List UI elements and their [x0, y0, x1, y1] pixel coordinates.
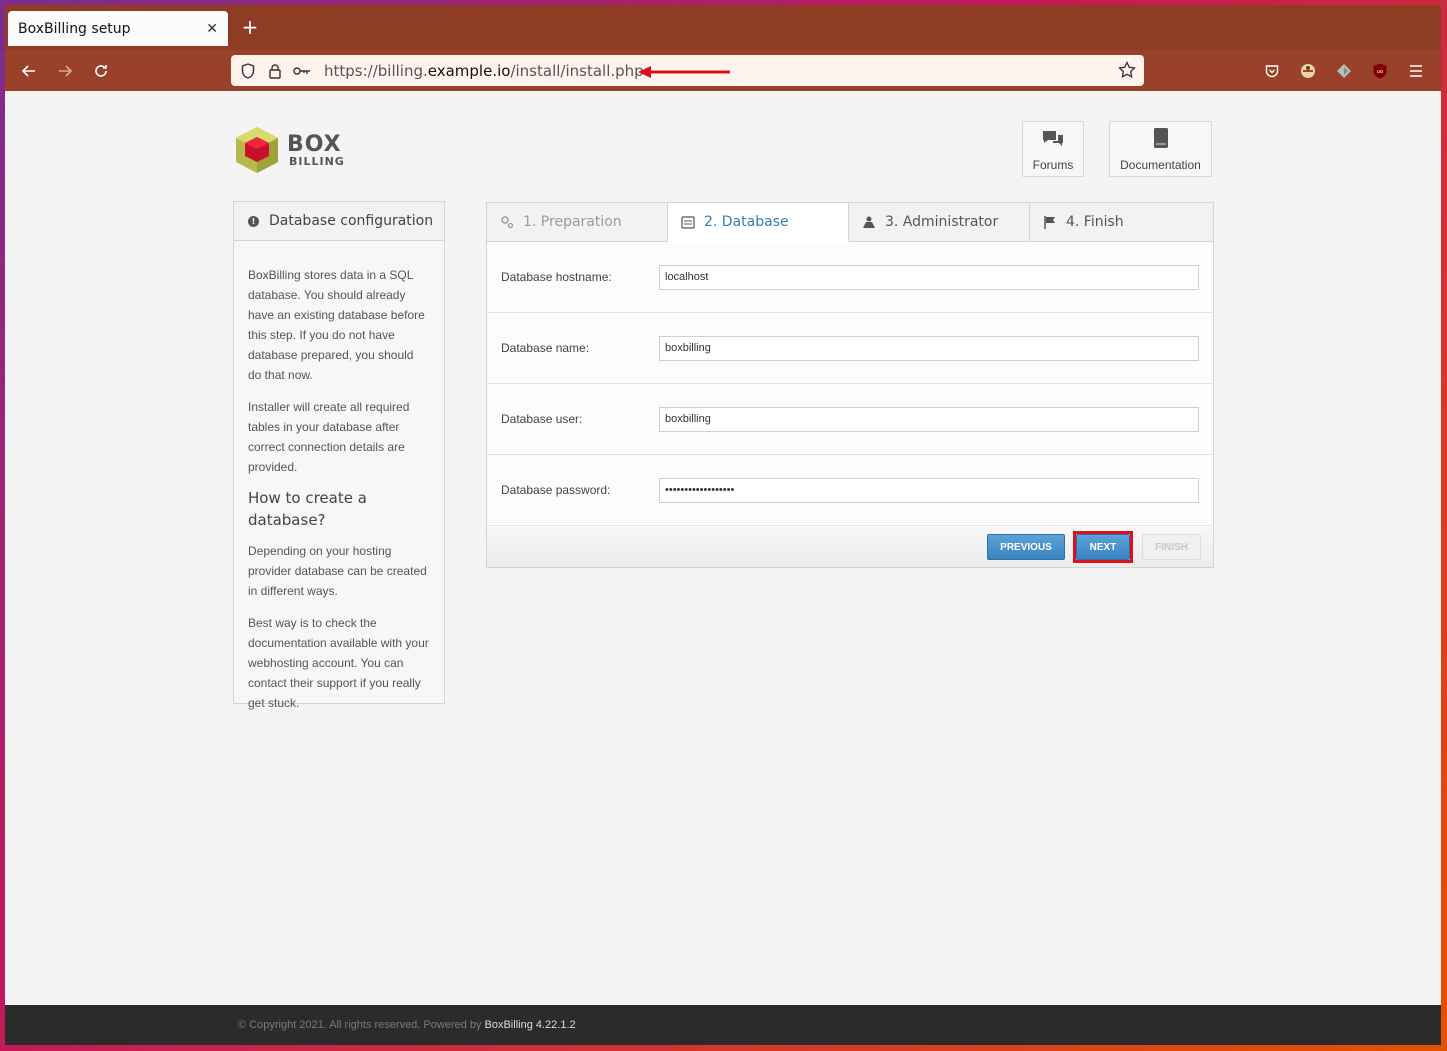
step-label: 3. Administrator — [885, 214, 999, 230]
dbname-input[interactable] — [659, 335, 1199, 361]
url-prefix: https://billing. — [324, 61, 428, 80]
tab-strip: BoxBilling setup ✕ + — [5, 5, 1441, 50]
hostname-input[interactable] — [659, 264, 1199, 290]
documentation-button[interactable]: Documentation — [1109, 121, 1212, 177]
dbpassword-input[interactable] — [659, 477, 1199, 503]
new-tab-icon[interactable]: + — [240, 17, 260, 37]
sidebar-body: BoxBilling stores data in a SQL database… — [234, 241, 444, 713]
logo-line2: BILLING — [289, 154, 345, 168]
form-row-name: Database name: — [487, 313, 1213, 384]
forward-icon[interactable] — [53, 59, 77, 83]
browser-window: BoxBilling setup ✕ + https://billing.exa… — [5, 5, 1441, 1045]
logo-cube-icon — [236, 127, 278, 173]
shield-icon[interactable] — [239, 62, 257, 80]
menu-icon[interactable] — [1407, 63, 1425, 79]
form-row-hostname: Database hostname: — [487, 242, 1213, 313]
wizard-steps: 1. Preparation 2. Database 3. Administra… — [487, 203, 1213, 242]
flag-icon — [1043, 215, 1057, 229]
tab-administrator[interactable]: 3. Administrator — [849, 203, 1030, 241]
step-label: 4. Finish — [1066, 214, 1124, 230]
logo-line1: BOX — [287, 131, 342, 157]
url-host: example.io — [427, 61, 511, 80]
sidebar-paragraph: Depending on your hosting provider datab… — [248, 544, 427, 598]
dbpassword-label: Database password: — [501, 483, 611, 497]
logo-text: BOX BILLING — [287, 131, 345, 168]
wizard-panel: 1. Preparation 2. Database 3. Administra… — [486, 202, 1214, 568]
url-text[interactable]: https://billing.example.io/install/insta… — [324, 62, 644, 80]
page-content: BOX BILLING Forums Documentation ! Datab… — [5, 91, 1441, 1005]
info-icon: ! — [248, 215, 259, 227]
boxbilling-logo[interactable]: BOX BILLING — [233, 125, 345, 175]
chat-icon — [1041, 129, 1065, 152]
dbname-label: Database name: — [501, 341, 590, 355]
tab-finish[interactable]: 4. Finish — [1030, 203, 1211, 241]
documentation-label: Documentation — [1120, 158, 1201, 172]
previous-button[interactable]: Previous — [987, 534, 1065, 560]
database-icon — [681, 215, 695, 229]
form-row-password: Database password: — [487, 455, 1213, 526]
forums-button[interactable]: Forums — [1022, 121, 1084, 177]
sidebar-paragraph: Installer will create all required table… — [248, 400, 410, 474]
extension-icon[interactable] — [1299, 63, 1317, 79]
pocket-icon[interactable] — [1263, 63, 1281, 79]
tab-database[interactable]: 2. Database — [668, 203, 849, 242]
page-footer: © Copyright 2021. All rights reserved. P… — [5, 1005, 1441, 1045]
svg-text:uo: uo — [1377, 69, 1383, 75]
browser-tab[interactable]: BoxBilling setup ✕ — [8, 11, 228, 46]
step-label: 2. Database — [704, 214, 789, 230]
lock-icon[interactable] — [266, 62, 284, 80]
copyright-text: © Copyright 2021. All rights reserved. P… — [238, 1019, 482, 1031]
footer-brand-link[interactable]: BoxBilling 4.22.1.2 — [485, 1019, 576, 1031]
url-path: /install/install.php — [510, 61, 644, 80]
wizard-actions: Previous Next Finish — [487, 527, 1213, 567]
dbuser-label: Database user: — [501, 412, 583, 426]
extension-toolbar: uo — [1263, 63, 1425, 79]
form-row-user: Database user: — [487, 384, 1213, 455]
extension2-icon[interactable] — [1335, 63, 1353, 79]
next-button[interactable]: Next — [1076, 534, 1130, 560]
sidebar-header: ! Database configuration — [234, 202, 444, 241]
dbuser-input[interactable] — [659, 406, 1199, 432]
back-icon[interactable] — [17, 59, 41, 83]
sidebar-paragraph: BoxBilling stores data in a SQL database… — [248, 268, 425, 382]
sidebar-paragraph: Best way is to check the documentation a… — [248, 616, 429, 710]
star-icon[interactable] — [1118, 60, 1136, 83]
step-label: 1. Preparation — [523, 214, 622, 230]
annotation-arrow — [638, 66, 730, 78]
reload-icon[interactable] — [89, 59, 113, 83]
book-icon — [1152, 127, 1170, 152]
tab-title: BoxBilling setup — [18, 20, 131, 37]
hostname-label: Database hostname: — [501, 270, 612, 284]
sidebar-title: Database configuration — [269, 213, 434, 229]
gears-icon — [500, 215, 514, 229]
sidebar-heading: How to create a database? — [248, 489, 367, 529]
close-icon[interactable]: ✕ — [206, 21, 218, 37]
sidebar-panel: ! Database configuration BoxBilling stor… — [233, 201, 445, 710]
forums-label: Forums — [1032, 158, 1074, 172]
tab-preparation[interactable]: 1. Preparation — [487, 203, 668, 241]
finish-button: Finish — [1142, 534, 1201, 560]
user-icon — [862, 215, 876, 229]
ublock-icon[interactable]: uo — [1371, 63, 1389, 79]
next-highlight: Next — [1073, 531, 1133, 563]
key-icon[interactable] — [293, 62, 311, 80]
